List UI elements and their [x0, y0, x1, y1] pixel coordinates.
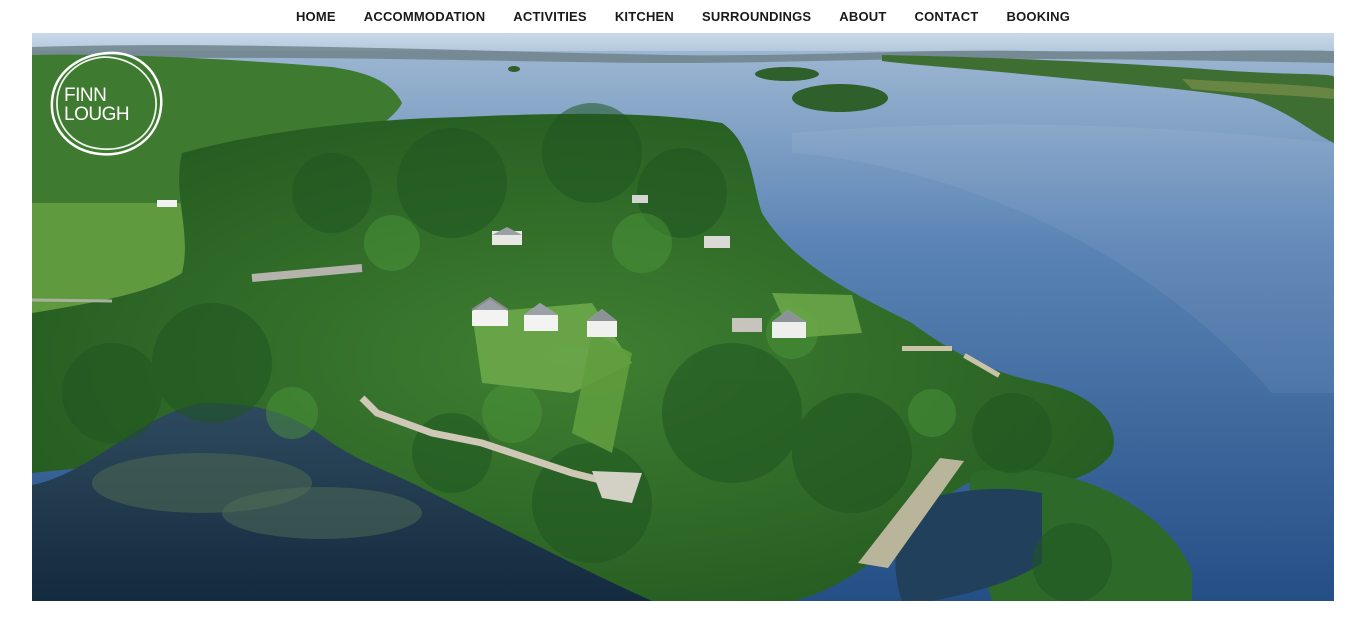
nav-kitchen[interactable]: KITCHEN — [615, 9, 674, 24]
nav-surroundings[interactable]: SURROUNDINGS — [702, 9, 811, 24]
island-small — [755, 67, 819, 81]
island-large — [792, 84, 888, 112]
aerial-lake-photo — [32, 33, 1334, 601]
nav-accommodation[interactable]: ACCOMMODATION — [364, 9, 486, 24]
logo-line-2: LOUGH — [64, 104, 130, 125]
logo-text: FINN LOUGH — [64, 85, 130, 125]
main-nav: HOME ACCOMMODATION ACTIVITIES KITCHEN SU… — [0, 0, 1366, 33]
nav-about[interactable]: ABOUT — [839, 9, 886, 24]
logo-line-1: FINN — [64, 85, 107, 106]
finn-lough-logo[interactable]: FINN LOUGH — [48, 49, 166, 159]
nav-contact[interactable]: CONTACT — [915, 9, 979, 24]
hero-image: FINN LOUGH — [32, 33, 1334, 601]
nav-booking[interactable]: BOOKING — [1007, 9, 1071, 24]
nav-home[interactable]: HOME — [296, 9, 336, 24]
nav-activities[interactable]: ACTIVITIES — [513, 9, 587, 24]
